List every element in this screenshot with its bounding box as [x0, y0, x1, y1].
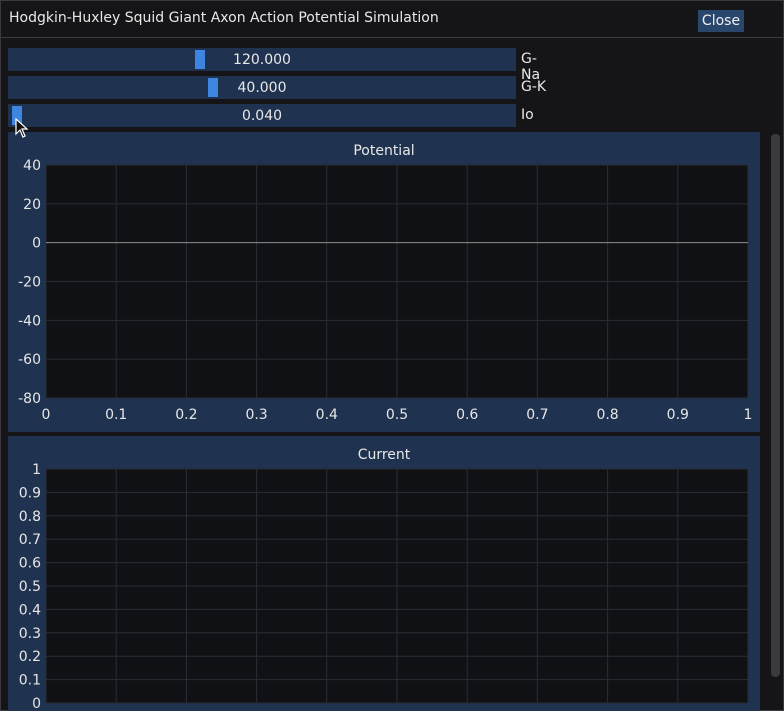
potential-y-tick-label: -60 — [18, 352, 41, 368]
potential-y-tick-label: 0 — [32, 236, 41, 252]
current-y-tick-label: 0.2 — [19, 649, 41, 665]
io-slider[interactable]: 0.040 — [8, 104, 516, 127]
window-title: Hodgkin-Huxley Squid Giant Axon Action P… — [9, 10, 439, 26]
potential-x-tick-label: 0.9 — [667, 407, 689, 423]
potential-x-tick-label: 0.6 — [456, 407, 478, 423]
potential-x-tick-label: 0.5 — [386, 407, 408, 423]
window-scrollbar[interactable] — [771, 134, 780, 677]
current-y-tick-label: 0.3 — [19, 626, 41, 642]
gk-slider-value: 40.000 — [237, 79, 287, 96]
potential-x-tick-label: 1 — [744, 407, 753, 423]
potential-x-tick-label: 0.8 — [596, 407, 618, 423]
potential-x-tick-label: 0.3 — [245, 407, 267, 423]
potential-x-tick-label: 0 — [42, 407, 51, 423]
potential-x-tick-label: 0.7 — [526, 407, 548, 423]
potential-plot-panel: Potential 40 20 0 -20 -40 -60 -80 0 0.1 0.2 0.3 0.4… — [8, 132, 760, 432]
current-y-tick-label: 0 — [32, 696, 41, 711]
potential-x-tick-label: 0.2 — [175, 407, 197, 423]
current-plot[interactable]: 1 0.9 0.8 0.7 0.6 0.5 0.4 0.3 0.2 0.1 0 — [8, 436, 760, 711]
slider-row-gk: 40.000 G-K — [8, 76, 548, 100]
current-y-tick-label: 0.7 — [19, 532, 41, 548]
slider-row-io: 0.040 Io — [8, 104, 548, 128]
io-slider-label: Io — [521, 107, 534, 123]
potential-y-tick-label: 20 — [23, 197, 41, 213]
slider-row-gna: 120.000 G-Na — [8, 48, 548, 83]
current-plot-panel: Current 1 0.9 0.8 0.7 0.6 0.5 0.4 0.3 0.2 0.1 0 — [8, 436, 760, 711]
current-y-tick-label: 0.6 — [19, 556, 41, 572]
title-bar[interactable]: Hodgkin-Huxley Squid Giant Axon Action P… — [1, 1, 783, 38]
gna-slider-value: 120.000 — [233, 51, 291, 68]
gk-slider[interactable]: 40.000 — [8, 76, 516, 99]
current-y-tick-label: 0.1 — [19, 673, 41, 689]
potential-y-tick-label: -80 — [18, 391, 41, 407]
io-slider-value: 0.040 — [241, 107, 283, 124]
current-y-tick-label: 0.5 — [19, 579, 41, 595]
current-y-tick-label: 0.8 — [19, 509, 41, 525]
potential-y-tick-label: 40 — [23, 158, 41, 174]
current-y-tick-label: 1 — [32, 462, 41, 478]
potential-y-tick-label: -20 — [18, 275, 41, 291]
potential-x-tick-label: 0.4 — [316, 407, 338, 423]
potential-y-tick-label: -40 — [18, 313, 41, 329]
gna-slider-grab[interactable] — [195, 50, 206, 69]
current-y-tick-label: 0.9 — [19, 485, 41, 501]
potential-x-tick-label: 0.1 — [105, 407, 127, 423]
current-y-tick-label: 0.4 — [19, 602, 41, 618]
close-button[interactable]: Close — [698, 10, 744, 32]
gk-slider-label: G-K — [521, 79, 547, 95]
mouse-cursor-icon — [15, 118, 29, 138]
gk-slider-grab[interactable] — [207, 78, 218, 97]
gna-slider[interactable]: 120.000 — [8, 48, 516, 71]
potential-plot[interactable]: 40200-20-40-60-800 0.1 0.2 0.3 0.4 0.5 0.6 0.7 0… — [8, 132, 760, 432]
